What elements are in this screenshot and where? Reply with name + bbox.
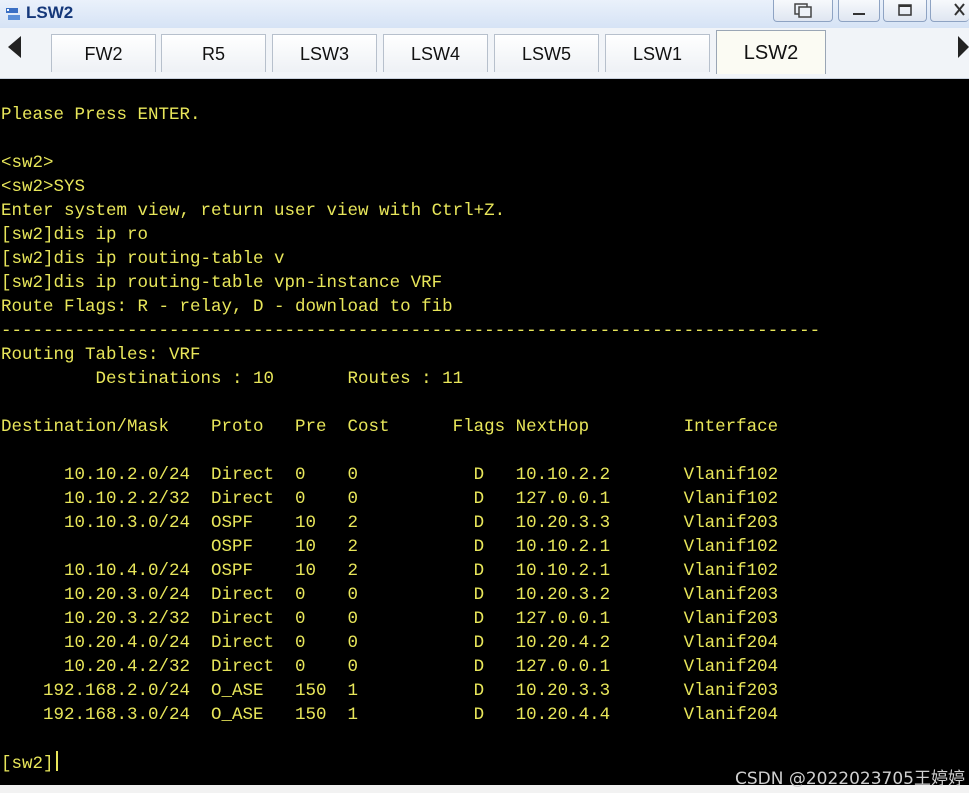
scroll-right-icon[interactable]	[958, 36, 969, 58]
scroll-left-icon[interactable]	[8, 36, 21, 58]
terminal-line: 10.20.4.0/24 Direct 0 0 D 10.20.4.2 Vlan…	[1, 633, 779, 653]
terminal-console[interactable]: Please Press ENTER. <sw2> <sw2>SYS Enter sy…	[0, 79, 969, 785]
title-bar: LSW2	[0, 0, 969, 29]
terminal-line: [sw2]dis ip routing-table v	[1, 249, 285, 269]
maximize-icon	[898, 4, 912, 16]
window-title: LSW2	[26, 3, 74, 22]
terminal-line: ----------------------------------------…	[1, 321, 821, 341]
text-cursor	[55, 751, 58, 771]
terminal-line: Destinations : 10 Routes : 11	[1, 369, 464, 389]
terminal-line: <sw2>	[1, 153, 54, 173]
tab-lsw2[interactable]: LSW2	[716, 30, 826, 74]
terminal-line: <sw2>SYS	[1, 177, 86, 197]
terminal-line: 192.168.2.0/24 O_ASE 150 1 D 10.20.3.3 V…	[1, 681, 779, 701]
terminal-line: 10.20.3.0/24 Direct 0 0 D 10.20.3.2 Vlan…	[1, 585, 779, 605]
tab-lsw5[interactable]: LSW5	[494, 34, 599, 72]
terminal-line: Route Flags: R - relay, D - download to …	[1, 297, 453, 317]
terminal-line: 10.20.3.2/32 Direct 0 0 D 127.0.0.1 Vlan…	[1, 609, 779, 629]
watermark: CSDN @2022023705王婷婷	[734, 769, 965, 789]
minimize-icon	[853, 13, 865, 15]
terminal-line: Destination/Mask Proto Pre Cost Flags Ne…	[1, 417, 779, 437]
close-icon	[954, 3, 965, 16]
terminal-line: [sw2]dis ip routing-table vpn-instance V…	[1, 273, 443, 293]
terminal-line: Please Press ENTER.	[1, 105, 201, 125]
tab-lsw4[interactable]: LSW4	[383, 34, 488, 72]
close-button[interactable]	[930, 0, 969, 22]
terminal-line: 10.10.4.0/24 OSPF 10 2 D 10.10.2.1 Vlani…	[1, 561, 779, 581]
terminal-line: 10.20.4.2/32 Direct 0 0 D 127.0.0.1 Vlan…	[1, 657, 779, 677]
restore-icon	[794, 3, 812, 18]
terminal-line: 10.10.2.0/24 Direct 0 0 D 10.10.2.2 Vlan…	[1, 465, 779, 485]
terminal-line: Enter system view, return user view with…	[1, 201, 506, 221]
terminal-line: Routing Tables: VRF	[1, 345, 201, 365]
terminal-line: [sw2]	[1, 751, 820, 775]
tab-r5[interactable]: R5	[161, 34, 266, 72]
maximize-button[interactable]	[883, 0, 927, 22]
tab-fw2[interactable]: FW2	[51, 34, 156, 72]
restore-button[interactable]	[773, 0, 833, 22]
terminal-line: [sw2]dis ip ro	[1, 225, 149, 245]
terminal-output: Please Press ENTER. <sw2> <sw2>SYS Enter sy…	[1, 103, 820, 775]
device-tab-bar: FW2 R5 LSW3 LSW4 LSW5 LSW1 LSW2	[0, 28, 969, 79]
terminal-line: 10.10.3.0/24 OSPF 10 2 D 10.20.3.3 Vlani…	[1, 513, 779, 533]
tab-lsw1[interactable]: LSW1	[605, 34, 710, 72]
minimize-button[interactable]	[838, 0, 880, 22]
tab-lsw3[interactable]: LSW3	[272, 34, 377, 72]
terminal-line: OSPF 10 2 D 10.10.2.1 Vlanif102	[1, 537, 779, 557]
terminal-line: 192.168.3.0/24 O_ASE 150 1 D 10.20.4.4 V…	[1, 705, 779, 725]
terminal-line: 10.10.2.2/32 Direct 0 0 D 127.0.0.1 Vlan…	[1, 489, 779, 509]
device-icon	[6, 8, 20, 20]
